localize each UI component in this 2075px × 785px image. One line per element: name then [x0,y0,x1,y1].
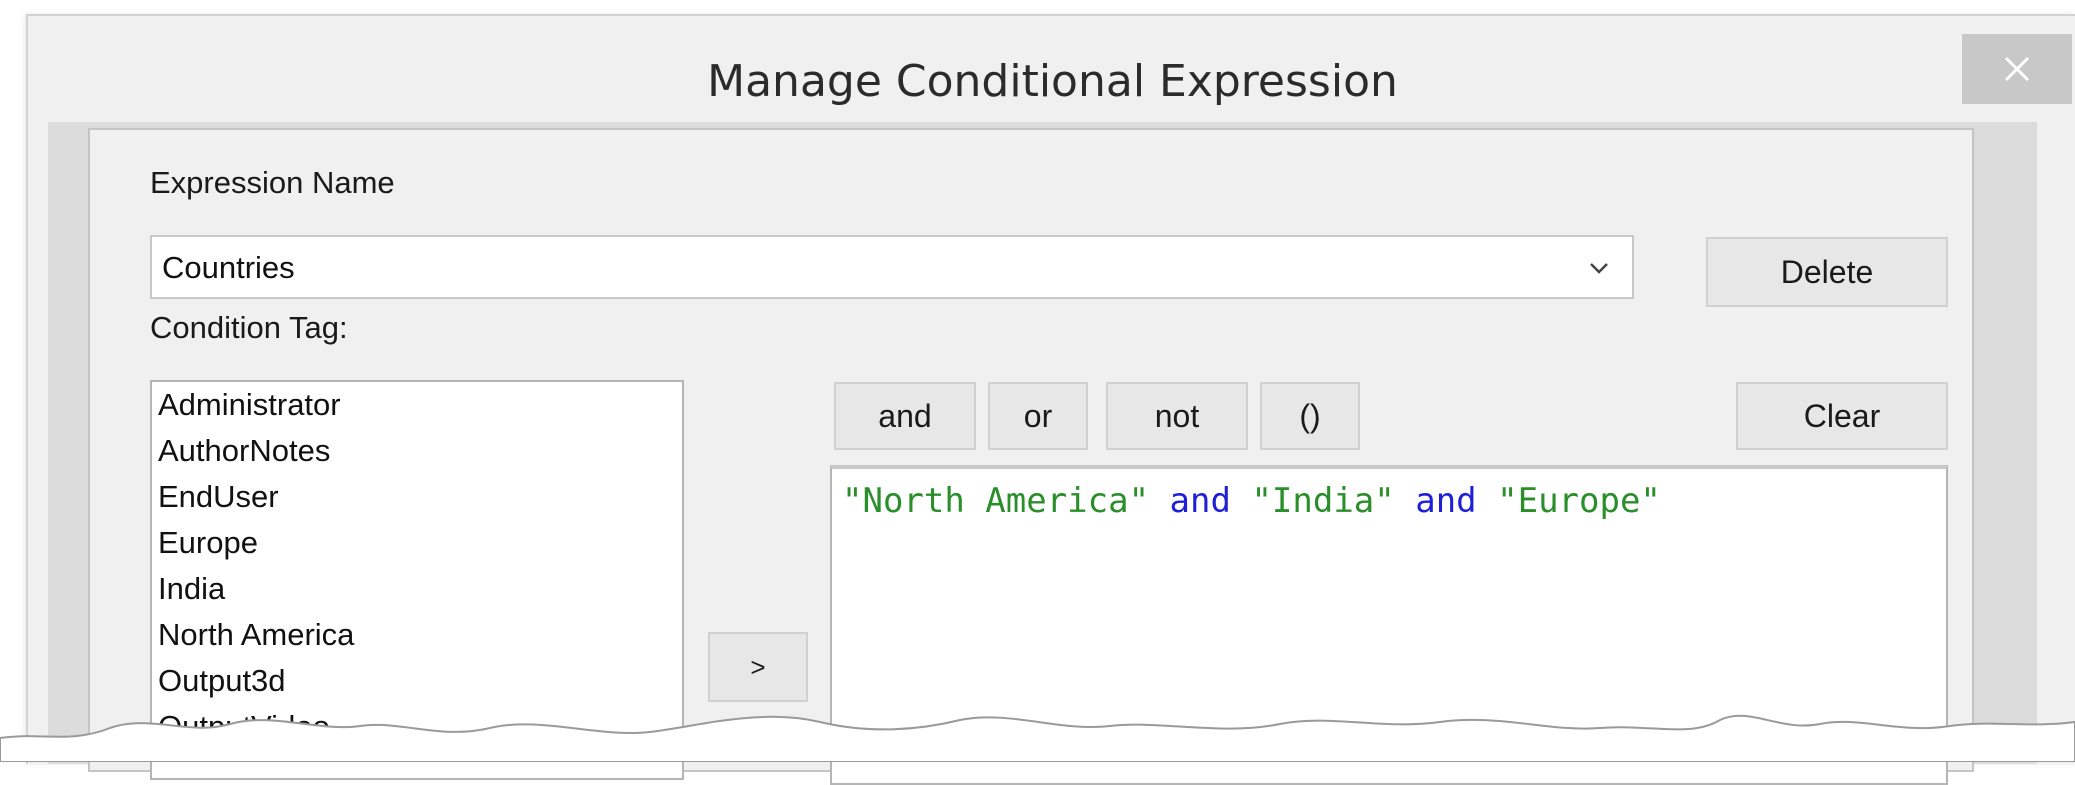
condition-tag-items: Administrator AuthorNotes EndUser Europe Ind… [152,382,682,750]
expression-name-dropdown[interactable]: Countries [150,235,1634,299]
condition-tag-item[interactable]: Administrator [152,382,682,428]
dialog-title: Manage Conditional Expression [707,56,1398,107]
chevron-down-icon[interactable] [1586,255,1612,281]
expression-name-value: Countries [162,250,295,285]
parentheses-button[interactable]: () [1260,382,1360,450]
expression-space [1395,481,1415,521]
and-operator-button[interactable]: and [834,382,976,450]
not-operator-button[interactable]: not [1106,382,1248,450]
torn-edge [0,714,2075,762]
condition-tag-label: Condition Tag: [150,310,348,345]
expression-name-label: Expression Name [150,165,395,200]
expression-string-token: "Europe" [1497,481,1661,521]
expression-space [1231,481,1251,521]
expression-space [1477,481,1497,521]
title-bar[interactable]: Manage Conditional Expression [28,16,2075,124]
condition-tag-item[interactable]: Europe [152,520,682,566]
expression-keyword-token: and [1415,481,1477,521]
close-icon [2004,56,2030,82]
condition-tag-item[interactable]: North America [152,612,682,658]
close-button[interactable] [1962,34,2072,104]
expression-string-token: "North America" [842,481,1150,521]
expression-keyword-token: and [1169,481,1231,521]
condition-tag-item[interactable]: EndUser [152,474,682,520]
clear-button[interactable]: Clear [1736,382,1948,450]
or-operator-button[interactable]: or [988,382,1088,450]
add-tag-button[interactable]: > [708,632,808,702]
expression-text: "North America" and "India" and "Europe" [842,481,1661,521]
condition-tag-item[interactable]: Output3d [152,658,682,704]
condition-tag-item[interactable]: AuthorNotes [152,428,682,474]
expression-string-token: "India" [1251,481,1395,521]
condition-tag-item[interactable]: India [152,566,682,612]
delete-button[interactable]: Delete [1706,237,1948,307]
expression-space [1149,481,1169,521]
